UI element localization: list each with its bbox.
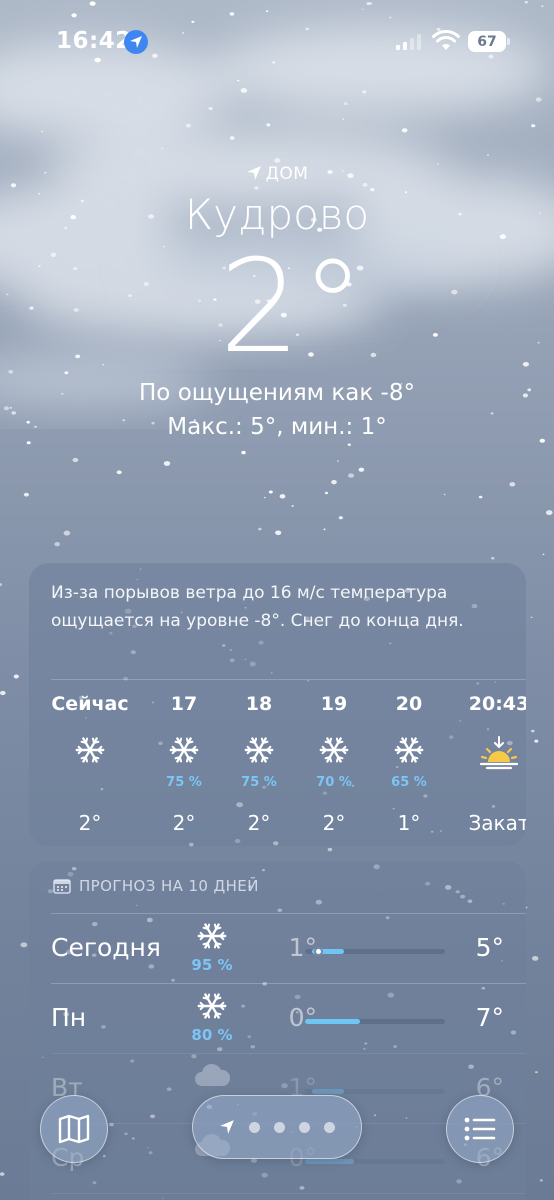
snowflake-icon (45, 735, 135, 775)
current-temp-dot (313, 947, 323, 956)
precip-chance (45, 775, 135, 791)
divider (51, 1193, 526, 1194)
temp-range-bar (305, 1089, 445, 1094)
location-arrow-icon (124, 30, 148, 54)
day-name: Пн (51, 1003, 87, 1032)
list-icon (464, 1117, 496, 1141)
map-button[interactable] (40, 1095, 108, 1163)
page-dot[interactable] (274, 1121, 285, 1133)
hourly-item: 20:43 Закат (454, 693, 526, 835)
hourly-item: Сейчас 2° (45, 693, 135, 835)
forecast-day-row[interactable]: Сегодня 95 % 1° 5° (29, 913, 526, 983)
city-name: Кудрово (184, 190, 370, 239)
forecast-title-text: ПРОГНОЗ НА 10 ДНЕЙ (79, 877, 259, 895)
feels-like: По ощущениям как -8° (139, 380, 415, 406)
hour-label: Сейчас (51, 693, 129, 715)
temp-range-bar (305, 1159, 445, 1164)
precip-chance: 95 % (191, 956, 233, 974)
page-dot[interactable] (249, 1121, 260, 1133)
divider (51, 679, 526, 680)
cellular-signal-icon (396, 34, 421, 50)
day-max-temp: 7° (475, 1003, 504, 1032)
snowflake-icon: 95 % (187, 921, 237, 974)
status-time: 16:42 (56, 28, 132, 54)
weather-summary: Из-за порывов ветра до 16 м/с температур… (51, 583, 464, 631)
day-min-temp: 1° (288, 933, 317, 962)
hour-label: 20 (395, 693, 423, 715)
location-arrow-icon (246, 166, 261, 180)
home-label: ДОМ (265, 164, 309, 184)
hour-temperature: Закат (468, 811, 526, 835)
temp-range-fill (312, 1089, 345, 1094)
temp-range-bar (305, 947, 445, 956)
page-dot[interactable] (299, 1121, 310, 1133)
high-low: Макс.: 5°, мин.: 1° (167, 414, 387, 440)
hour-temperature: 2° (78, 811, 102, 835)
hour-label: 20:43 (468, 693, 526, 715)
forecast-day-row[interactable]: Пн 80 % 0° 7° (29, 983, 526, 1053)
precip-chance: 65 % (391, 775, 427, 790)
snowflake-icon (364, 735, 454, 775)
precip-chance: 80 % (191, 1026, 233, 1044)
snowflake-icon: 80 % (187, 991, 237, 1044)
status-bar: 16:42 67 (0, 0, 554, 80)
precip-chance (454, 775, 526, 791)
map-icon (58, 1114, 90, 1144)
day-max-temp: 5° (475, 933, 504, 962)
cloud-icon (187, 1061, 237, 1094)
forecast-title: ПРОГНОЗ НА 10 ДНЕЙ (53, 877, 259, 895)
hour-temperature: 1° (397, 811, 421, 835)
wifi-icon (432, 30, 460, 50)
temp-range-bar (305, 1019, 445, 1024)
temp-range-fill (305, 1019, 360, 1024)
calendar-icon (53, 879, 71, 894)
page-indicator[interactable] (192, 1095, 362, 1159)
locations-list-button[interactable] (446, 1095, 514, 1163)
day-name: Сегодня (51, 933, 161, 962)
day-min-temp: 0° (288, 1003, 317, 1032)
current-temperature: 2° (219, 233, 365, 382)
temp-range-fill (305, 1159, 354, 1164)
battery-indicator: 67 (468, 31, 510, 52)
location-arrow-icon (220, 1120, 234, 1134)
hourly-item: 20 65 % 1° (364, 693, 454, 835)
sunset-icon (454, 735, 526, 775)
page-dot[interactable] (324, 1121, 335, 1133)
hourly-forecast-card[interactable]: Из-за порывов ветра до 16 м/с температур… (29, 563, 526, 846)
home-location-label: ДОМ (0, 164, 554, 184)
